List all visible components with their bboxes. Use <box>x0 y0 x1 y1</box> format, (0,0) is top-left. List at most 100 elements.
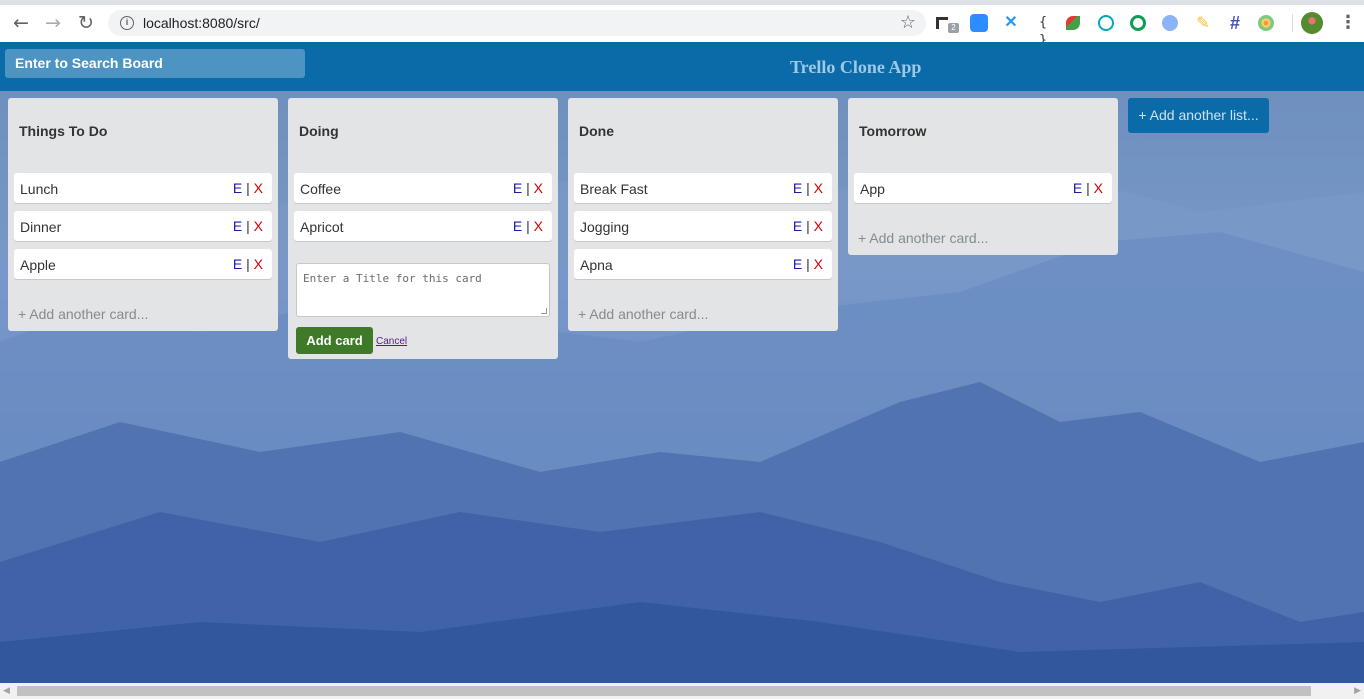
more-menu-icon[interactable]: ⋮ <box>1339 12 1357 34</box>
edit-card-button[interactable]: E <box>513 180 522 196</box>
delete-card-button[interactable]: X <box>254 180 263 196</box>
card-actions: E | X <box>233 218 263 234</box>
delete-card-button[interactable]: X <box>814 218 823 234</box>
card-title: Dinner <box>20 219 62 235</box>
list-done: Done Break Fast E | X Jogging E | X Apna… <box>568 98 838 331</box>
card-actions: E | X <box>233 180 263 196</box>
card-actions: E | X <box>1073 180 1103 196</box>
edit-card-button[interactable]: E <box>1073 180 1082 196</box>
resize-grip-icon[interactable] <box>541 308 547 314</box>
toolbar-separator <box>1292 14 1293 32</box>
delete-card-button[interactable]: X <box>534 180 543 196</box>
edit-card-button[interactable]: E <box>233 218 242 234</box>
card[interactable]: Break Fast E | X <box>574 173 832 203</box>
cancel-link[interactable]: Cancel <box>376 336 407 347</box>
delete-card-button[interactable]: X <box>254 256 263 272</box>
globe-extension-icon[interactable] <box>1162 15 1178 31</box>
scroll-right-icon[interactable]: ▶ <box>1354 686 1361 696</box>
card-title: App <box>860 181 885 197</box>
edit-card-button[interactable]: E <box>513 218 522 234</box>
action-separator: | <box>806 218 810 234</box>
card[interactable]: Apna E | X <box>574 249 832 279</box>
circle-extension-icon[interactable] <box>1130 15 1146 31</box>
card-actions: E | X <box>793 218 823 234</box>
card-actions: E | X <box>233 256 263 272</box>
profile-avatar[interactable] <box>1301 12 1323 34</box>
action-separator: | <box>806 180 810 196</box>
card-title: Apple <box>20 257 56 273</box>
url-text[interactable]: localhost:8080/src/ <box>143 15 260 31</box>
list-title[interactable]: Tomorrow <box>859 123 926 139</box>
app-header: Enter to Search Board Trello Clone App <box>0 42 1364 91</box>
card[interactable]: Coffee E | X <box>294 173 552 203</box>
delete-card-button[interactable]: X <box>534 218 543 234</box>
action-separator: | <box>1086 180 1090 196</box>
action-separator: | <box>246 218 250 234</box>
card-title: Coffee <box>300 181 341 197</box>
grid-extension-icon[interactable]: # <box>1226 14 1244 32</box>
card-actions: E | X <box>513 180 543 196</box>
edit-card-button[interactable]: E <box>793 218 802 234</box>
extension-badge: 2 <box>948 23 959 33</box>
action-separator: | <box>246 256 250 272</box>
horizontal-scrollbar[interactable]: ◀ ▶ <box>0 683 1364 699</box>
edit-card-button[interactable]: E <box>233 256 242 272</box>
leaf-extension-icon[interactable] <box>1066 16 1080 30</box>
card-title-input[interactable]: Enter a Title for this card <box>296 263 550 317</box>
list-title[interactable]: Things To Do <box>19 123 107 139</box>
action-separator: | <box>806 256 810 272</box>
card-actions: E | X <box>793 256 823 272</box>
board-background: Enter to Search Board Trello Clone App T… <box>0 42 1364 683</box>
add-card-link[interactable]: + Add another card... <box>18 306 148 322</box>
list-tomorrow: Tomorrow App E | X + Add another card... <box>848 98 1118 255</box>
x-extension-icon[interactable]: ✕ <box>1002 14 1020 32</box>
scroll-left-icon[interactable]: ◀ <box>3 686 10 696</box>
card[interactable]: Dinner E | X <box>14 211 272 241</box>
back-arrow-icon[interactable]: ← <box>11 13 31 33</box>
delete-card-button[interactable]: X <box>254 218 263 234</box>
card[interactable]: Lunch E | X <box>14 173 272 203</box>
card-title: Break Fast <box>580 181 648 197</box>
card-title: Jogging <box>580 219 630 235</box>
info-icon[interactable]: i <box>120 16 134 30</box>
card-actions: E | X <box>793 180 823 196</box>
search-board-input[interactable]: Enter to Search Board <box>5 49 305 78</box>
add-card-button[interactable]: Add card <box>296 327 373 354</box>
card-actions: E | X <box>513 218 543 234</box>
browser-toolbar: ← → ↻ i localhost:8080/src/ ☆ 2 ✕ { } ✎ … <box>0 5 1364 48</box>
bookmark-star-icon[interactable]: ☆ <box>900 12 916 33</box>
action-separator: | <box>526 180 530 196</box>
action-separator: | <box>526 218 530 234</box>
card[interactable]: Apple E | X <box>14 249 272 279</box>
palette-extension-icon[interactable] <box>1258 15 1274 31</box>
list-title[interactable]: Doing <box>299 123 339 139</box>
delete-card-button[interactable]: X <box>1094 180 1103 196</box>
edit-card-button[interactable]: E <box>793 180 802 196</box>
react-extension-icon[interactable] <box>1098 15 1114 31</box>
zoom-extension-icon[interactable] <box>970 14 988 32</box>
card[interactable]: App E | X <box>854 173 1112 203</box>
card-title: Apna <box>580 257 613 273</box>
highlighter-extension-icon[interactable]: ✎ <box>1194 14 1212 32</box>
list-doing: Doing Coffee E | X Apricot E | X Enter a… <box>288 98 558 359</box>
list-title[interactable]: Done <box>579 123 614 139</box>
json-extension-icon[interactable]: { } <box>1034 14 1052 48</box>
forward-arrow-icon[interactable]: → <box>43 13 63 33</box>
delete-card-button[interactable]: X <box>814 180 823 196</box>
scrollbar-thumb[interactable] <box>17 686 1311 696</box>
git-extension-icon[interactable] <box>936 17 948 29</box>
card-title: Lunch <box>20 181 59 197</box>
add-card-link[interactable]: + Add another card... <box>578 306 708 322</box>
reload-icon[interactable]: ↻ <box>76 13 96 33</box>
card-title: Apricot <box>300 219 344 235</box>
card[interactable]: Apricot E | X <box>294 211 552 241</box>
add-list-button[interactable]: + Add another list... <box>1128 98 1269 133</box>
card-title-placeholder: Enter a Title for this card <box>303 272 482 285</box>
card[interactable]: Jogging E | X <box>574 211 832 241</box>
address-bar[interactable]: i localhost:8080/src/ ☆ <box>108 10 926 36</box>
app-title: Trello Clone App <box>790 57 922 77</box>
delete-card-button[interactable]: X <box>814 256 823 272</box>
edit-card-button[interactable]: E <box>793 256 802 272</box>
add-card-link[interactable]: + Add another card... <box>858 230 988 246</box>
edit-card-button[interactable]: E <box>233 180 242 196</box>
